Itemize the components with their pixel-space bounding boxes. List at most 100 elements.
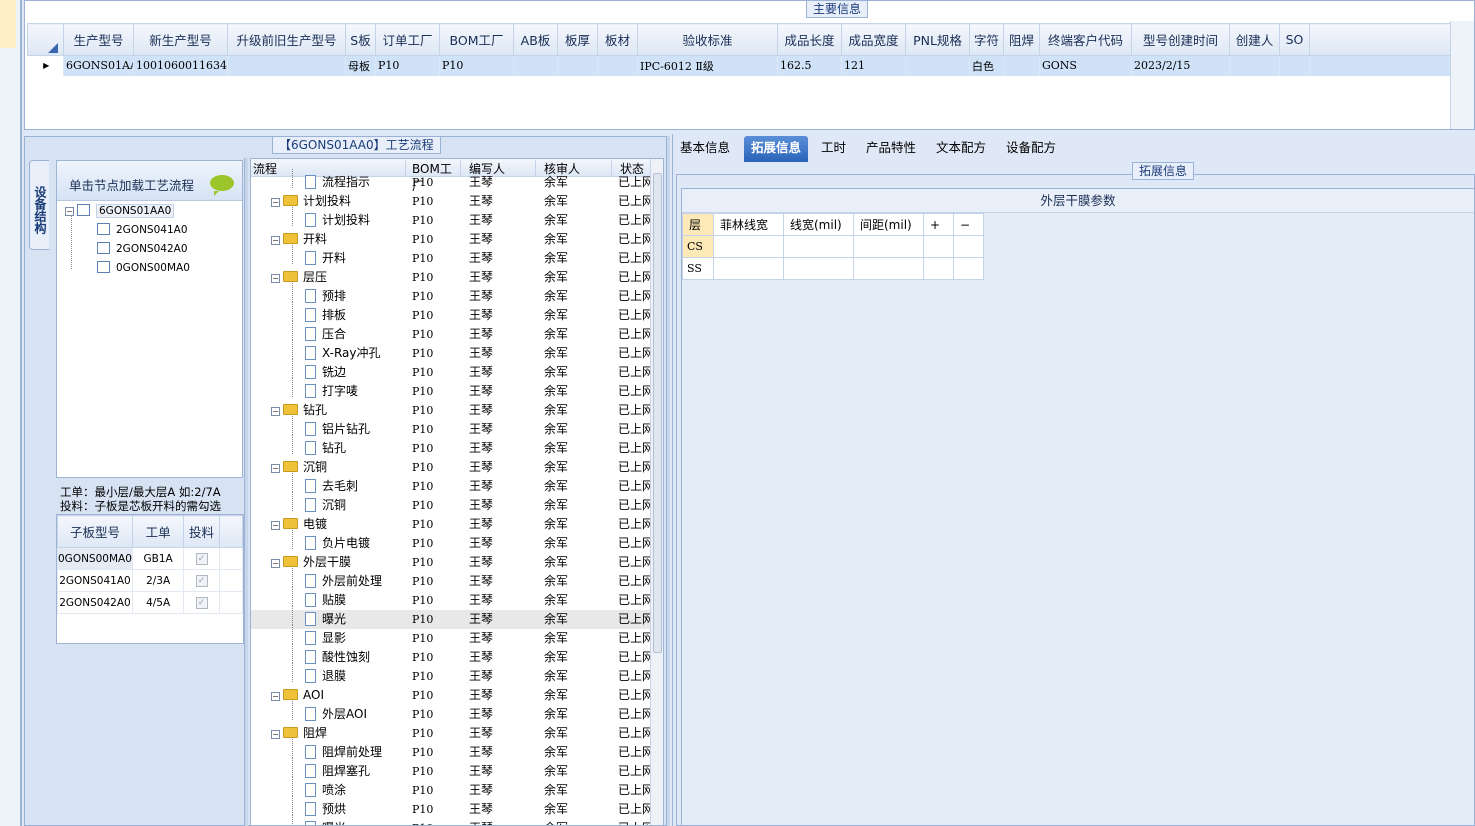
cell-creator[interactable] bbox=[1229, 55, 1280, 76]
cell-length[interactable]: 162.5 bbox=[777, 55, 842, 76]
param-cell[interactable] bbox=[713, 235, 784, 258]
table-row[interactable]: − AOI P10 王琴 余军 已上网 bbox=[251, 686, 654, 705]
collapse-icon[interactable]: − bbox=[271, 521, 280, 530]
table-row[interactable]: 退膜 P10 王琴 余军 已上网 bbox=[251, 663, 654, 686]
table-row[interactable]: 排板 P10 王琴 余军 已上网 bbox=[251, 302, 654, 325]
check-icon[interactable]: ✓ bbox=[195, 575, 208, 587]
param-cell[interactable] bbox=[713, 257, 784, 280]
chat-bubble-icon[interactable] bbox=[210, 175, 234, 196]
table-row[interactable]: 预排 P10 王琴 余军 已上网 bbox=[251, 283, 654, 306]
param-cell[interactable] bbox=[953, 235, 984, 258]
cell-ab-board[interactable] bbox=[513, 55, 558, 76]
tree-node-child[interactable]: 2GONS042A0 bbox=[97, 241, 188, 257]
param-cell[interactable] bbox=[923, 257, 954, 280]
cell-solder-mask[interactable] bbox=[1003, 55, 1040, 76]
col-solder-mask[interactable]: 阻焊 bbox=[1003, 23, 1040, 56]
cell-bom-factory[interactable]: P10 bbox=[439, 55, 514, 76]
param-cell[interactable] bbox=[923, 235, 954, 258]
table-row[interactable]: 曝光 P10 王琴 余军 已上网 bbox=[251, 815, 654, 825]
table-row[interactable]: 酸性蚀刻 P10 王琴 余军 已上网 bbox=[251, 644, 654, 667]
col-model[interactable]: 生产型号 bbox=[63, 23, 134, 56]
cell-acceptance-standard[interactable]: IPC-6012 Ⅱ级 bbox=[637, 55, 778, 76]
table-row[interactable]: − 阻焊 P10 王琴 余军 已上网 bbox=[251, 724, 654, 743]
tab-product-features[interactable]: 产品特性 bbox=[866, 136, 916, 162]
tab-extended-info[interactable]: 拓展信息 bbox=[744, 136, 809, 162]
feed-checkbox[interactable]: ✓ bbox=[183, 547, 220, 570]
tab-text-recipe[interactable]: 文本配方 bbox=[936, 136, 986, 162]
table-row[interactable]: 阻焊前处理 P10 王琴 余军 已上网 bbox=[251, 739, 654, 762]
cell-customer-code[interactable]: GONS bbox=[1039, 55, 1132, 76]
layer-cell[interactable]: SS bbox=[682, 257, 714, 280]
process-scrollbar[interactable] bbox=[650, 159, 663, 825]
table-row[interactable]: − 电镀 P10 王琴 余军 已上网 bbox=[251, 515, 654, 534]
table-row[interactable]: 外层AOI P10 王琴 余军 已上网 bbox=[251, 701, 654, 724]
table-row[interactable]: 阻焊塞孔 P10 王琴 余军 已上网 bbox=[251, 758, 654, 781]
table-row[interactable]: 预烘 P10 王琴 余军 已上网 bbox=[251, 796, 654, 819]
param-cell[interactable] bbox=[953, 257, 984, 280]
table-row[interactable]: 计划投料 P10 王琴 余军 已上网 bbox=[251, 207, 654, 230]
col-layer[interactable]: 层 bbox=[682, 213, 714, 236]
table-row[interactable]: 开料 P10 王琴 余军 已上网 bbox=[251, 245, 654, 268]
col-ab-board[interactable]: AB板 bbox=[513, 23, 558, 56]
vertical-tab-equipment[interactable]: 设备结构 bbox=[29, 160, 49, 250]
col-width[interactable]: 成品宽度 bbox=[841, 23, 906, 56]
cell-order-factory[interactable]: P10 bbox=[375, 55, 440, 76]
col-material[interactable]: 板材 bbox=[597, 23, 638, 56]
collapse-icon[interactable]: − bbox=[271, 559, 280, 568]
cell-new-model[interactable]: 10010600116343 bbox=[133, 55, 228, 76]
sub-order-cell[interactable]: GB1A bbox=[131, 547, 185, 570]
table-row[interactable]: 喷涂 P10 王琴 余军 已上网 bbox=[251, 777, 654, 800]
table-row[interactable]: 2GONS041A0 2/3A ✓ bbox=[57, 569, 244, 592]
cell-legend[interactable]: 白色 bbox=[969, 55, 1004, 76]
col-acceptance-standard[interactable]: 验收标准 bbox=[637, 23, 778, 56]
cell-old-model[interactable] bbox=[227, 55, 346, 76]
collapse-icon[interactable]: − bbox=[271, 198, 280, 207]
param-cell[interactable] bbox=[783, 257, 854, 280]
cell-so[interactable] bbox=[1279, 55, 1310, 76]
cell-width[interactable]: 121 bbox=[841, 55, 906, 76]
col-thickness[interactable]: 板厚 bbox=[557, 23, 598, 56]
sub-model-cell[interactable]: 0GONS00MA0 bbox=[57, 547, 133, 570]
table-row[interactable]: 0GONS00MA0 GB1A ✓ bbox=[57, 547, 244, 570]
sub-model-cell[interactable]: 2GONS042A0 bbox=[57, 591, 133, 614]
layer-cell[interactable]: CS bbox=[682, 235, 714, 258]
table-row[interactable]: 流程指示 P10 王琴 余军 已上网 bbox=[251, 169, 654, 192]
top-right-scroll[interactable] bbox=[1450, 21, 1474, 129]
col-s-board[interactable]: S板 bbox=[345, 23, 376, 56]
col-old-model[interactable]: 升级前旧生产型号 bbox=[227, 23, 346, 56]
check-icon[interactable]: ✓ bbox=[195, 597, 208, 609]
tree-node-root[interactable]: − 6GONS01AA0 bbox=[65, 203, 175, 219]
tree-node-child[interactable]: 2GONS041A0 bbox=[97, 222, 188, 238]
cell-create-time[interactable]: 2023/2/15 bbox=[1131, 55, 1230, 76]
table-row[interactable]: 沉铜 P10 王琴 余军 已上网 bbox=[251, 492, 654, 515]
col-sub-order[interactable]: 工单 bbox=[131, 515, 185, 548]
remove-button[interactable]: − bbox=[953, 213, 984, 236]
col-legend[interactable]: 字符 bbox=[969, 23, 1004, 56]
collapse-icon[interactable]: − bbox=[271, 274, 280, 283]
main-splitter[interactable] bbox=[666, 136, 670, 826]
scroll-thumb[interactable] bbox=[653, 173, 662, 653]
table-row[interactable]: 铣边 P10 王琴 余军 已上网 bbox=[251, 359, 654, 382]
collapse-icon[interactable]: − bbox=[271, 692, 280, 701]
col-customer-code[interactable]: 终端客户代码 bbox=[1039, 23, 1132, 56]
feed-checkbox[interactable]: ✓ bbox=[183, 569, 220, 592]
col-bom-factory[interactable]: BOM工厂 bbox=[439, 23, 514, 56]
left-splitter[interactable] bbox=[244, 158, 248, 826]
table-row[interactable]: 2GONS042A0 4/5A ✓ bbox=[57, 591, 244, 614]
param-cell[interactable] bbox=[783, 235, 854, 258]
cell-material[interactable] bbox=[597, 55, 638, 76]
col-film-width[interactable]: 菲林线宽 bbox=[713, 213, 784, 236]
check-icon[interactable]: ✓ bbox=[195, 553, 208, 565]
collapse-icon[interactable]: − bbox=[271, 407, 280, 416]
sub-order-cell[interactable]: 2/3A bbox=[131, 569, 185, 592]
cell-model[interactable]: 6GONS01AA0 bbox=[63, 55, 134, 76]
col-new-model[interactable]: 新生产型号 bbox=[133, 23, 228, 56]
param-cell[interactable] bbox=[853, 235, 924, 258]
tab-basic-info[interactable]: 基本信息 bbox=[680, 136, 730, 162]
sub-model-cell[interactable]: 2GONS041A0 bbox=[57, 569, 133, 592]
table-row[interactable]: 外层前处理 P10 王琴 余军 已上网 bbox=[251, 568, 654, 591]
table-row[interactable]: − 计划投料 P10 王琴 余军 已上网 bbox=[251, 192, 654, 211]
collapse-icon[interactable]: − bbox=[271, 236, 280, 245]
table-row[interactable]: SS bbox=[682, 257, 984, 280]
table-row[interactable]: − 外层干膜 P10 王琴 余军 已上网 bbox=[251, 553, 654, 572]
